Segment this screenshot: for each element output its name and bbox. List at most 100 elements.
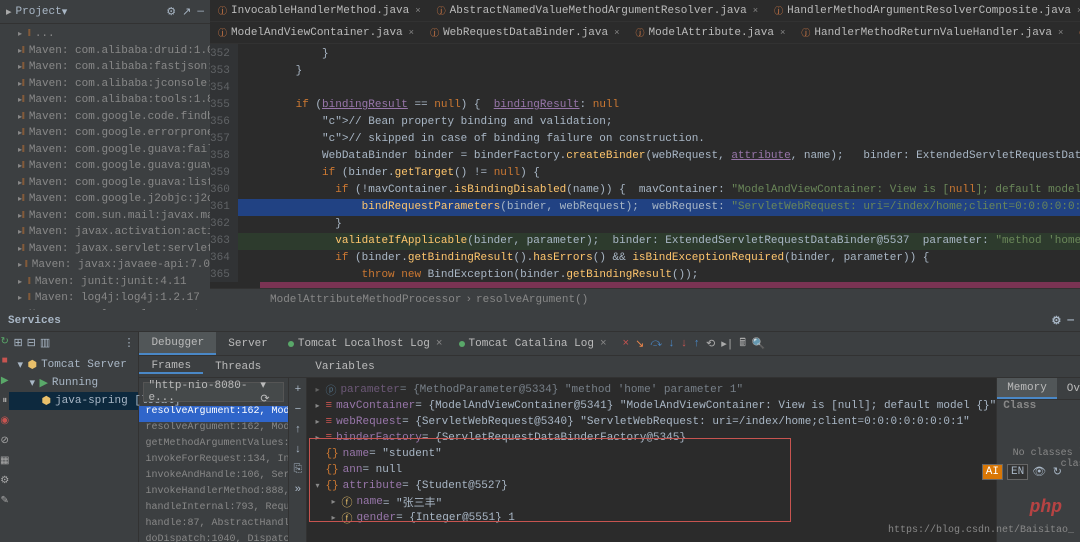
variable-row[interactable]: {}ann = null [307, 462, 996, 478]
library-node[interactable]: ▸‖Maven: com.google.code.findbugs:jsr305… [0, 109, 210, 126]
show-exec-point-icon[interactable]: ↘ [635, 337, 644, 351]
file-tab[interactable]: ⓙHandlerMethodArgumentResolverComposite.… [766, 0, 1080, 21]
library-node[interactable]: ▸‖Maven: com.alibaba:fastjson:1.2.39 [0, 59, 210, 76]
stack-frame[interactable]: resolveArgument:162, ModelAttributeM [139, 406, 288, 422]
tab-frames[interactable]: Frames [139, 360, 203, 374]
copy-icon[interactable]: ⎘ [294, 464, 303, 476]
gear-icon[interactable]: ⚙ [1052, 314, 1062, 328]
library-node[interactable]: ▸‖... [0, 26, 210, 43]
tab-debugger[interactable]: Debugger [139, 332, 216, 355]
more-icon[interactable]: » [295, 484, 302, 496]
force-step-into-icon[interactable]: ↓ [681, 338, 688, 350]
layout-icon[interactable]: ▦ [0, 455, 9, 467]
services-tree: ⊞ ⊟ ▥ ⋮ ▾⬢Tomcat Server ▾▶Running ⬢java-… [9, 332, 139, 542]
tab-server[interactable]: Server [216, 332, 280, 355]
collapse-icon[interactable]: ↗ [182, 5, 191, 19]
stack-frame[interactable]: resolveArgument:162, ModelAttributeMetho… [139, 422, 288, 438]
library-node[interactable]: ▸‖Maven: com.alibaba:druid:1.0.18 [0, 43, 210, 60]
new-watch-icon[interactable]: + [295, 384, 302, 396]
variables-panel[interactable]: ▸ⓟparameter = {MethodParameter@5334} "me… [307, 378, 996, 542]
tab-catalina-log[interactable]: Tomcat Catalina Log× [451, 338, 615, 350]
group-icon[interactable]: ⋮ [123, 336, 134, 350]
mute-breakpoints-icon[interactable]: ⊘ [1, 435, 9, 447]
step-over-icon[interactable]: ⤼ [650, 338, 662, 350]
file-tab[interactable]: ⓙRequestParamMethodArgumentResolver.java… [1071, 22, 1080, 43]
file-tab[interactable]: ⓙHandlerMethodReturnValueHandler.java× [793, 22, 1071, 43]
library-node[interactable]: ▸‖Maven: log4j:log4j:1.2.17 [0, 290, 210, 307]
variable-row[interactable]: ▸≡webRequest = {ServletWebRequest@5340} … [307, 414, 996, 430]
variable-row[interactable]: ▸ⓕname = "张三丰" [307, 494, 996, 510]
stack-frame[interactable]: handleInternal:793, RequestMappingH [139, 502, 288, 518]
library-node[interactable]: ▸‖Maven: javax.servlet:servlet-api:2.5 [0, 241, 210, 258]
debug-side-toolbar: ↻ ■ ▶ ⏸ ◉ ⊘ ▦ ⚙ ✎ [0, 332, 9, 542]
tab-variables[interactable]: Variables [303, 361, 386, 373]
variable-row[interactable]: ▸ⓕgender = {Integer@5551} 1 [307, 510, 996, 526]
variable-row[interactable]: ▸≡mavContainer = {ModelAndViewContainer@… [307, 398, 996, 414]
running-node[interactable]: ▾▶Running [9, 374, 138, 392]
library-node[interactable]: ▸‖Maven: com.google.guava:listenablefutu… [0, 175, 210, 192]
library-node[interactable]: ▸‖Maven: com.google.guava:guava:28.0-jre [0, 158, 210, 175]
resume-icon[interactable]: ▶ [1, 375, 9, 387]
project-panel: ▸ Project ▾ ⚙ ↗ — ▸‖...▸‖Maven: com.alib… [0, 0, 210, 310]
tab-memory[interactable]: Memory [997, 378, 1057, 399]
view-breakpoints-icon[interactable]: ◉ [0, 415, 9, 427]
memory-empty-msg: No classes loaded. Load classes [997, 418, 1080, 500]
code-content[interactable]: } } if (bindingResult == null) { binding… [238, 44, 1080, 282]
variable-row[interactable]: ▸≡binderFactory = {ServletRequestDataBin… [307, 430, 996, 446]
tomcat-server-node[interactable]: ▾⬢Tomcat Server [9, 356, 138, 374]
tab-overhead[interactable]: Overhead [1057, 378, 1080, 399]
library-node[interactable]: ▸‖Maven: com.google.j2objc:j2objc-annota… [0, 191, 210, 208]
variable-row[interactable]: ▾{}attribute = {Student@5527} [307, 478, 996, 494]
close-icon[interactable]: × [623, 338, 630, 350]
step-into-icon[interactable]: ↓ [668, 338, 675, 350]
code-editor[interactable]: 3523533543553563573583593603613623633643… [210, 44, 1080, 282]
pin-icon[interactable]: ✎ [1, 495, 9, 507]
editor-tabs-row-1: ⓙInvocableHandlerMethod.java×ⓙAbstractNa… [210, 0, 1080, 22]
services-toolwindow-header: Services ⚙ — [0, 310, 1080, 332]
library-node[interactable]: ▸‖Maven: com.google.guava:failureaccess:… [0, 142, 210, 159]
thread-selector[interactable]: "http-nio-8080-e...▾ ⟳ [143, 382, 284, 402]
hide-icon[interactable]: — [1067, 315, 1074, 327]
tab-threads[interactable]: Threads [203, 361, 273, 373]
hide-icon[interactable]: — [197, 6, 204, 18]
tab-localhost-log[interactable]: Tomcat Localhost Log× [280, 338, 451, 350]
stack-frame[interactable]: handle:87, AbstractHandlerMethodAda [139, 518, 288, 534]
gear-icon[interactable]: ⚙ [166, 5, 176, 19]
file-tab[interactable]: ⓙInvocableHandlerMethod.java× [210, 0, 429, 21]
run-config-node[interactable]: ⬢java-spring [local] [9, 392, 138, 410]
stack-frame[interactable]: invokeHandlerMethod:888, RequestMap [139, 486, 288, 502]
file-tab[interactable]: ⓙModelAndViewContainer.java× [210, 22, 422, 43]
expand-all-icon[interactable]: ⊞ [13, 336, 22, 350]
file-tab[interactable]: ⓙModelAttribute.java× [628, 22, 794, 43]
library-node[interactable]: ▸‖Maven: javax.activation:activation:1.1 [0, 224, 210, 241]
collapse-all-icon[interactable]: ⊟ [27, 336, 36, 350]
drop-frame-icon[interactable]: ⟲ [706, 337, 715, 351]
trace-icon[interactable]: 🔍 [752, 337, 766, 351]
library-node[interactable]: ▸‖Maven: com.alibaba:jconsole:1.8.0 [0, 76, 210, 93]
overlay-flags: AI EN 👁 ↻ [982, 464, 1062, 480]
filter-icon[interactable]: ▥ [40, 336, 50, 350]
pause-icon[interactable]: ⏸ [2, 395, 7, 407]
library-node[interactable]: ▸‖Maven: com.google.errorprone:error_pro… [0, 125, 210, 142]
library-node[interactable]: ▸‖Maven: com.alibaba:tools:1.8.0 [0, 92, 210, 109]
evaluate-icon[interactable]: 🖩 [739, 334, 746, 353]
run-to-cursor-icon[interactable]: ▸| [721, 337, 733, 351]
stack-frame[interactable]: doDispatch:1040, DispatcherServlet (or [139, 534, 288, 542]
file-tab[interactable]: ⓙAbstractNamedValueMethodArgumentResolve… [429, 0, 766, 21]
down-icon[interactable]: ↓ [295, 444, 302, 456]
remove-watch-icon[interactable]: − [295, 404, 302, 416]
step-out-icon[interactable]: ↑ [693, 338, 700, 350]
library-node[interactable]: ▸‖Maven: com.sun.mail:javax.mail:1.5.0 [0, 208, 210, 225]
variable-row[interactable]: {}name = "student" [307, 446, 996, 462]
rerun-icon[interactable]: ↻ [1, 336, 9, 348]
stop-icon[interactable]: ■ [2, 356, 8, 367]
stack-frame[interactable]: invokeForRequest:134, InvocableHandle [139, 454, 288, 470]
library-node[interactable]: ▸‖Maven: javax:javaee-api:7.0 [0, 257, 210, 274]
stack-frame[interactable]: getMethodArgumentValues:167, Invocable [139, 438, 288, 454]
variable-row[interactable]: ▸ⓟparameter = {MethodParameter@5334} "me… [307, 382, 996, 398]
file-tab[interactable]: ⓙWebRequestDataBinder.java× [422, 22, 627, 43]
stack-frame[interactable]: invokeAndHandle:106, ServletInvocable [139, 470, 288, 486]
settings-icon[interactable]: ⚙ [0, 475, 9, 487]
up-icon[interactable]: ↑ [295, 424, 302, 436]
library-node[interactable]: ▸‖Maven: junit:junit:4.11 [0, 274, 210, 291]
